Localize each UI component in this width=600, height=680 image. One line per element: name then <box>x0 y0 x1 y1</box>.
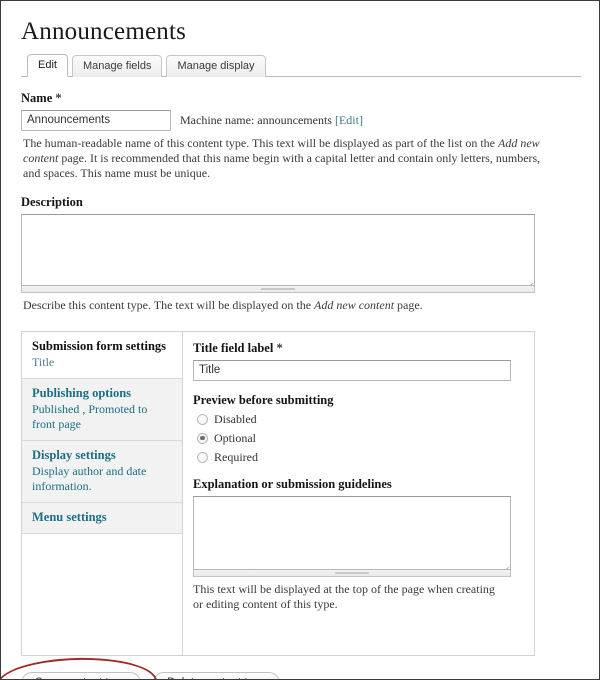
page-title: Announcements <box>21 18 187 45</box>
name-help-part1: The human-readable name of this content … <box>23 135 498 150</box>
description-form-item: Description Describe this content type. … <box>21 195 581 313</box>
preview-group-label: Preview before submitting <box>193 392 334 407</box>
radio-option-disabled[interactable]: Disabled <box>197 412 522 427</box>
description-grippie[interactable] <box>21 285 535 293</box>
vertical-tabs: Submission form settings Title Publishin… <box>21 330 535 656</box>
explanation-form-item: Explanation or submission guidelines Thi… <box>193 477 522 612</box>
machine-name-value: Machine name: announcements <box>180 112 332 127</box>
vertical-tab-display-title: Display settings <box>32 447 116 462</box>
radio-optional-label: Optional <box>214 430 256 445</box>
explanation-grippie[interactable] <box>193 569 511 577</box>
description-textarea-wrap <box>21 213 535 293</box>
radio-optional-icon[interactable] <box>197 432 208 444</box>
vertical-tab-menu-title: Menu settings <box>32 509 107 524</box>
vertical-tab-pane-submission-form-settings: Title field label * Preview before submi… <box>183 331 534 655</box>
name-form-item: Name * Machine name: announcements [Edit… <box>21 91 581 181</box>
radio-option-optional[interactable]: Optional <box>197 431 522 446</box>
explanation-label: Explanation or submission guidelines <box>193 476 392 491</box>
tab-manage-display[interactable]: Manage display <box>166 54 266 77</box>
name-label-text: Name <box>21 90 53 105</box>
name-help-part2: page. It is recommended that this name b… <box>23 150 541 180</box>
description-help-text: Describe this content type. The text wil… <box>23 298 545 313</box>
title-field-label: Title field label * <box>193 341 522 356</box>
tab-manage-fields-label: Manage fields <box>82 59 152 72</box>
tab-manage-fields[interactable]: Manage fields <box>71 54 163 77</box>
title-field-label-text: Title field label <box>193 340 274 355</box>
vertical-tab-publishing-summary: Published , Promoted to front page <box>32 401 148 431</box>
form-actions: Save content type Delete content type <box>1 655 581 679</box>
preview-before-submitting-group: Preview before submitting Disabled Optio… <box>193 393 522 465</box>
vertical-tab-menu-settings[interactable]: Menu settings <box>22 502 182 534</box>
radio-disabled-icon[interactable] <box>197 413 208 425</box>
description-textarea[interactable] <box>21 213 535 286</box>
vertical-tabs-menu: Submission form settings Title Publishin… <box>22 331 183 655</box>
machine-name-edit-link[interactable]: [Edit] <box>335 113 363 127</box>
tab-edit[interactable]: Edit <box>27 53 68 77</box>
delete-content-type-button[interactable]: Delete content type <box>153 671 281 679</box>
browser-page: Announcements Edit Manage fields Manage … <box>0 0 600 680</box>
primary-tabs: Edit Manage fields Manage display <box>21 53 581 77</box>
radio-option-required[interactable]: Required <box>197 450 522 465</box>
machine-name-text: Machine name: announcements [Edit] <box>180 113 363 128</box>
explanation-textarea[interactable] <box>193 495 511 570</box>
explanation-help-text: This text will be displayed at the top o… <box>193 581 495 611</box>
description-help-emphasis: Add new content <box>314 297 395 312</box>
name-required-marker: * <box>55 90 62 105</box>
vertical-tab-submission-title: Submission form settings <box>32 338 167 353</box>
vertical-tab-submission-form-settings[interactable]: Submission form settings Title <box>22 331 182 379</box>
radio-required-icon[interactable] <box>197 451 208 463</box>
save-content-type-button[interactable]: Save content type <box>21 671 142 679</box>
radio-required-label: Required <box>214 449 258 464</box>
name-label: Name * <box>21 91 581 106</box>
tab-edit-label: Edit <box>38 58 57 71</box>
name-help-text: The human-readable name of this content … <box>23 136 545 181</box>
description-label: Description <box>21 194 83 209</box>
vertical-tab-publishing-title: Publishing options <box>32 385 132 400</box>
title-field-form-item: Title field label * <box>193 341 522 381</box>
title-field-input[interactable] <box>193 359 511 381</box>
vertical-tab-display-summary: Display author and date information. <box>32 463 147 493</box>
description-help-part2: page. <box>394 297 423 312</box>
radio-disabled-label: Disabled <box>214 411 257 426</box>
tab-manage-display-label: Manage display <box>177 59 255 72</box>
vertical-tab-submission-summary: Title <box>32 354 55 369</box>
description-help-part1: Describe this content type. The text wil… <box>23 297 315 312</box>
title-field-required-marker: * <box>276 340 283 355</box>
vertical-tab-display-settings[interactable]: Display settings Display author and date… <box>22 440 182 503</box>
name-input[interactable] <box>21 109 171 131</box>
explanation-textarea-wrap <box>193 495 511 577</box>
vertical-tab-publishing-options[interactable]: Publishing options Published , Promoted … <box>22 378 182 441</box>
